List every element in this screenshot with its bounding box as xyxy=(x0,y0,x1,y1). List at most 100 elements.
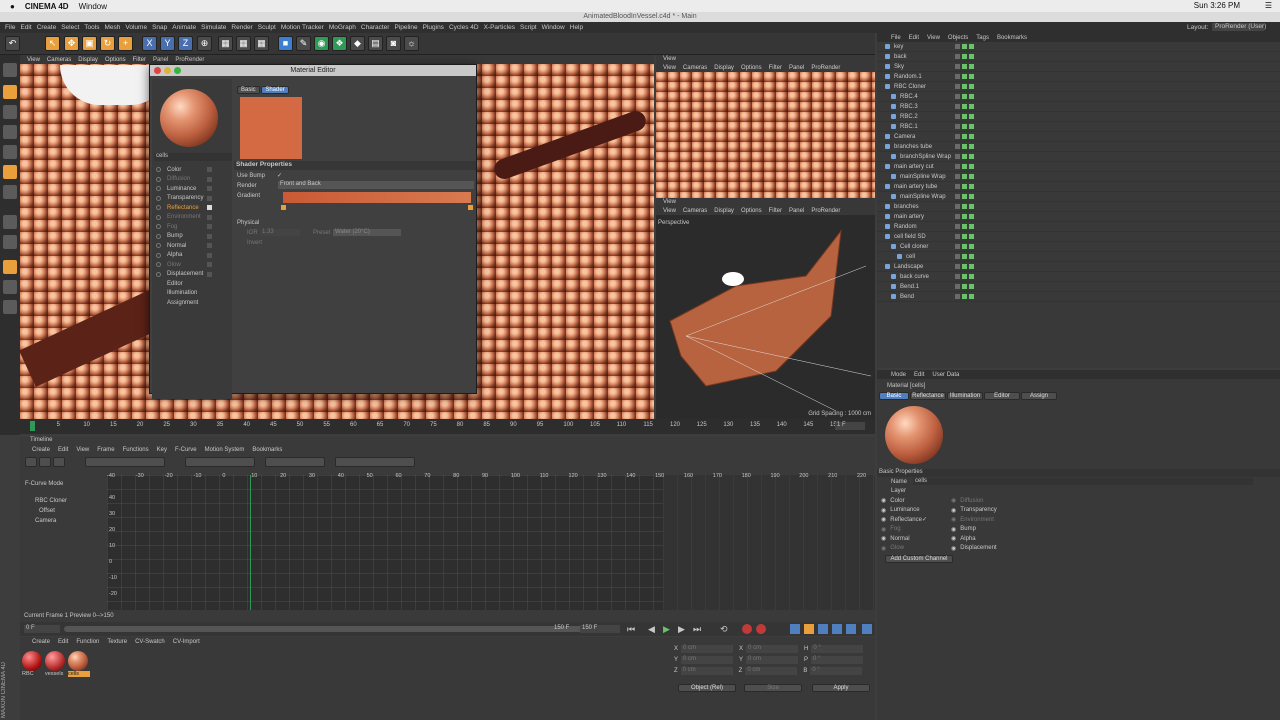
gradient-knot-icon[interactable] xyxy=(281,205,286,210)
tangent-tools[interactable] xyxy=(185,457,255,467)
subdivision-icon[interactable]: ◉ xyxy=(314,36,329,51)
menu-item[interactable]: MoGraph xyxy=(329,24,356,31)
coord-field[interactable]: 0 ° xyxy=(811,644,864,653)
visibility-icon[interactable] xyxy=(962,114,967,119)
material-swatch-vessels[interactable]: vessels xyxy=(45,651,67,681)
enabled-icon[interactable] xyxy=(969,84,974,89)
visibility-icon[interactable] xyxy=(962,224,967,229)
model-mode-icon[interactable] xyxy=(3,85,17,99)
viewport-top-right[interactable]: View View Cameras Display Options Filter… xyxy=(656,55,875,198)
fc-menu-edit[interactable]: Edit xyxy=(58,447,68,453)
visibility-icon[interactable] xyxy=(962,104,967,109)
mm-menu-function[interactable]: Function xyxy=(76,639,99,645)
om-menu-file[interactable]: File xyxy=(891,35,901,41)
fc-menu-create[interactable]: Create xyxy=(32,447,50,453)
mm-menu-create[interactable]: Create xyxy=(32,639,50,645)
visibility-icon[interactable] xyxy=(962,44,967,49)
vp-menu-prorender[interactable]: ProRender xyxy=(811,65,840,71)
go-start-icon[interactable]: ⏮ xyxy=(627,624,635,635)
layout-select[interactable]: ProRender (User) xyxy=(1212,23,1266,31)
object-row[interactable]: back curve xyxy=(877,272,1280,282)
enabled-icon[interactable] xyxy=(969,224,974,229)
ior-field[interactable]: 1.33 xyxy=(260,229,300,236)
channel-glow[interactable]: Glow xyxy=(152,260,232,270)
deformer-icon[interactable]: ◆ xyxy=(350,36,365,51)
key-presets[interactable] xyxy=(335,457,415,467)
material-swatch-cells[interactable]: cells xyxy=(68,651,90,681)
toggle-transparency[interactable]: ◉ Transparency xyxy=(947,506,1027,516)
select-icon[interactable]: ↖ xyxy=(45,36,60,51)
key-rot-icon[interactable] xyxy=(818,624,828,634)
object-row[interactable]: branches xyxy=(877,202,1280,212)
attr-tab-assign[interactable]: Assign xyxy=(1021,392,1057,400)
menu-item[interactable]: Volume xyxy=(125,24,147,31)
enabled-icon[interactable] xyxy=(969,154,974,159)
enabled-icon[interactable] xyxy=(969,164,974,169)
render-select[interactable]: Front and Back xyxy=(278,181,474,189)
key-scale-icon[interactable] xyxy=(804,624,814,634)
key-tool-icon[interactable] xyxy=(53,457,65,467)
layer-icon[interactable] xyxy=(955,64,960,69)
channel-illumination[interactable]: Illumination xyxy=(152,289,232,299)
move-icon[interactable]: ✥ xyxy=(64,36,79,51)
key-tool-icon[interactable] xyxy=(39,457,51,467)
timeline-menu-icon[interactable] xyxy=(862,624,872,634)
preset-select[interactable]: Water (20°C) xyxy=(333,229,401,236)
toggle-reflectance[interactable]: ◉ Reflectance ✓ xyxy=(877,515,947,525)
menu-item[interactable]: Pipeline xyxy=(394,24,417,31)
enabled-icon[interactable] xyxy=(969,184,974,189)
lock-icon[interactable] xyxy=(3,300,17,314)
visibility-icon[interactable] xyxy=(962,54,967,59)
make-editable-icon[interactable] xyxy=(3,63,17,77)
play-icon[interactable]: ▶ xyxy=(663,624,670,635)
enabled-icon[interactable] xyxy=(969,114,974,119)
object-row[interactable]: RBC.2 xyxy=(877,112,1280,122)
visibility-icon[interactable] xyxy=(962,204,967,209)
visibility-icon[interactable] xyxy=(962,214,967,219)
layer-icon[interactable] xyxy=(955,184,960,189)
object-row[interactable]: RBC Cloner xyxy=(877,82,1280,92)
gradient-knot-icon[interactable] xyxy=(468,205,473,210)
key-param-icon[interactable] xyxy=(832,624,842,634)
vp-menu-display[interactable]: Display xyxy=(714,208,734,214)
vp-menu-cameras[interactable]: Cameras xyxy=(683,208,707,214)
mm-menu-cvimport[interactable]: CV-Import xyxy=(173,639,200,645)
vp-menu-filter[interactable]: Filter xyxy=(769,208,782,214)
rotate-icon[interactable]: ↻ xyxy=(100,36,115,51)
object-row[interactable]: Bend xyxy=(877,292,1280,302)
enabled-icon[interactable] xyxy=(969,294,974,299)
object-row[interactable]: Random xyxy=(877,222,1280,232)
object-row[interactable]: mainSpline Wrap xyxy=(877,192,1280,202)
mm-menu-cvswatch[interactable]: CV-Swatch xyxy=(135,639,165,645)
vp-menu-view[interactable]: View xyxy=(663,65,676,71)
visibility-icon[interactable] xyxy=(962,64,967,69)
om-menu-edit[interactable]: Edit xyxy=(909,35,919,41)
layer-icon[interactable] xyxy=(955,214,960,219)
object-row[interactable]: RBC.3 xyxy=(877,102,1280,112)
object-row[interactable]: Sky xyxy=(877,62,1280,72)
next-key-icon[interactable]: ▶ xyxy=(678,624,685,635)
cube-icon[interactable]: ■ xyxy=(278,36,293,51)
polygons-mode-icon[interactable] xyxy=(3,185,17,199)
attr-tab-reflectance[interactable]: Reflectance xyxy=(910,392,946,400)
object-row[interactable]: Cell cloner xyxy=(877,242,1280,252)
enabled-icon[interactable] xyxy=(969,204,974,209)
om-menu-view[interactable]: View xyxy=(927,35,940,41)
scale-icon[interactable]: ▣ xyxy=(82,36,97,51)
vp-menu-cameras[interactable]: Cameras xyxy=(47,57,71,63)
enabled-icon[interactable] xyxy=(969,174,974,179)
channel-transparency[interactable]: Transparency xyxy=(152,194,232,204)
z-axis-button[interactable]: Z xyxy=(178,36,193,51)
layer-icon[interactable] xyxy=(955,104,960,109)
object-row[interactable]: branchSpline Wrap xyxy=(877,152,1280,162)
object-row[interactable]: Bend.1 xyxy=(877,282,1280,292)
menu-item[interactable]: Window xyxy=(542,24,565,31)
coord-field[interactable]: 0 cm xyxy=(745,666,798,675)
layer-icon[interactable] xyxy=(955,44,960,49)
enabled-icon[interactable] xyxy=(969,274,974,279)
menu-item[interactable]: Animate xyxy=(172,24,196,31)
name-field[interactable]: cells xyxy=(913,478,1254,486)
enabled-icon[interactable] xyxy=(969,94,974,99)
cloner-icon[interactable]: ❖ xyxy=(332,36,347,51)
end-frame-field[interactable]: 150 F xyxy=(580,625,620,633)
